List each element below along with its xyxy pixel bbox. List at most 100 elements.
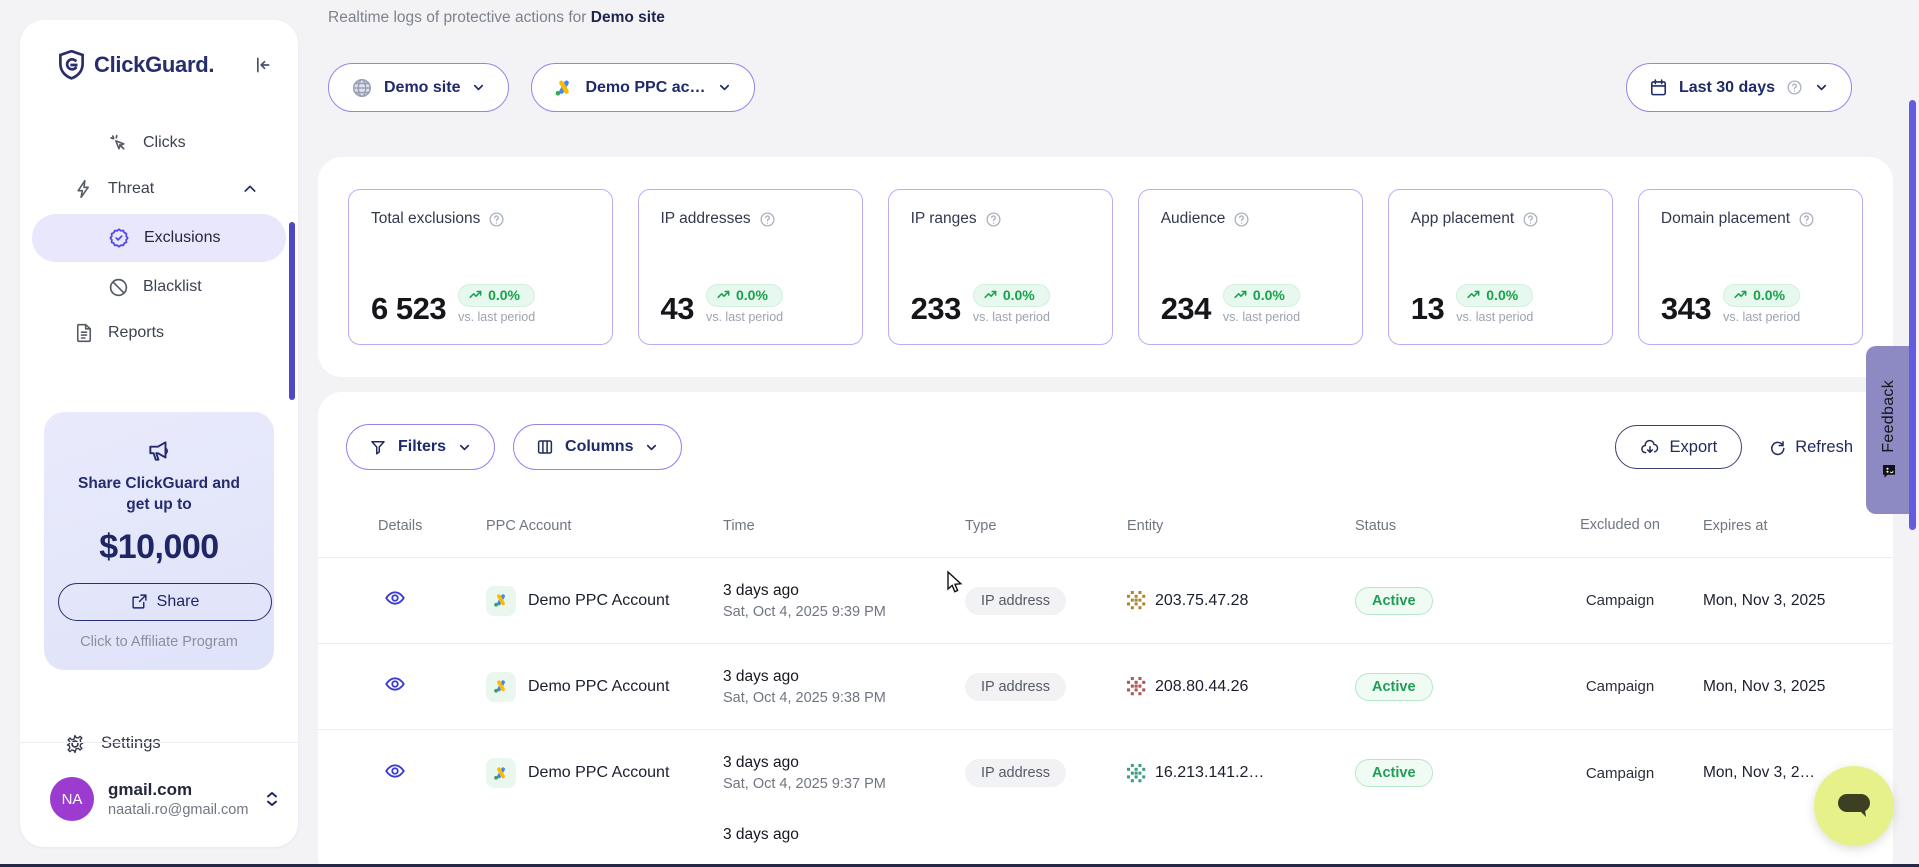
stat-card: Audience 234 0.0% vs. last period xyxy=(1138,189,1363,345)
stat-value: 6 523 xyxy=(371,293,446,324)
trend-badge: 0.0% xyxy=(1723,284,1800,307)
stat-value: 233 xyxy=(911,293,961,324)
entity-value[interactable]: 16.213.141.2… xyxy=(1155,764,1264,782)
question-circle-icon[interactable] xyxy=(488,211,505,228)
filters-label: Filters xyxy=(398,438,446,456)
time-relative: 3 days ago xyxy=(723,582,945,600)
sidebar-item-label: Reports xyxy=(108,324,164,342)
page-subtitle: Realtime logs of protective actions for … xyxy=(328,9,665,27)
trend-value: 0.0% xyxy=(1486,287,1518,303)
view-details-eye-icon[interactable] xyxy=(384,587,406,609)
table-row: Demo PPC Account 3 days ago Sat, Oct 4, … xyxy=(318,644,1893,730)
share-button[interactable]: Share xyxy=(58,583,272,621)
table-header-row: Details PPC Account Time Type Entity Sta… xyxy=(318,494,1893,558)
column-header-type[interactable]: Type xyxy=(945,518,1115,534)
affiliate-link[interactable]: Click to Affiliate Program xyxy=(58,634,260,650)
promo-amount: $10,000 xyxy=(58,528,260,567)
trend-sub: vs. last period xyxy=(1456,310,1533,324)
ppc-account-name: Demo PPC Account xyxy=(528,592,669,610)
feedback-label: Feedback xyxy=(1880,380,1898,453)
refresh-icon xyxy=(1768,438,1786,456)
filters-dropdown[interactable]: Filters xyxy=(346,424,495,470)
columns-dropdown[interactable]: Columns xyxy=(513,424,682,470)
sidebar-scrollbar-thumb[interactable] xyxy=(289,222,295,400)
feedback-mascot-icon xyxy=(1880,462,1898,480)
site-selector-dropdown[interactable]: Demo site xyxy=(328,63,509,112)
user-email: naatali.ro@gmail.com xyxy=(108,802,264,818)
stat-card: IP addresses 43 0.0% vs. last period xyxy=(638,189,863,345)
column-header-status[interactable]: Status xyxy=(1340,518,1565,534)
question-circle-icon[interactable] xyxy=(985,211,1002,228)
question-circle-icon[interactable] xyxy=(1522,211,1539,228)
sidebar-item-exclusions[interactable]: Exclusions xyxy=(32,214,286,262)
chat-bubble-icon xyxy=(1836,791,1872,821)
export-label: Export xyxy=(1670,438,1718,457)
column-header-time[interactable]: Time xyxy=(705,518,945,534)
entity-value[interactable]: 203.75.47.28 xyxy=(1155,592,1248,610)
trend-value: 0.0% xyxy=(1753,287,1785,303)
external-link-icon xyxy=(131,593,148,610)
up-down-chevrons-icon xyxy=(264,789,280,809)
user-menu[interactable]: NA gmail.com naatali.ro@gmail.com xyxy=(50,777,280,821)
sidebar-item-reports[interactable]: Reports xyxy=(20,310,298,356)
question-circle-icon xyxy=(1786,79,1803,96)
sidebar-item-blacklist[interactable]: Blacklist xyxy=(20,264,298,310)
columns-icon xyxy=(536,438,554,456)
sidebar-item-clicks[interactable]: Clicks xyxy=(20,120,298,166)
clickguard-logo-icon xyxy=(58,50,85,80)
table-row: Demo PPC Account 3 days ago Sat, Oct 4, … xyxy=(318,730,1893,816)
column-header-entity[interactable]: Entity xyxy=(1115,518,1340,534)
column-header-excluded-on[interactable]: Excluded on xyxy=(1565,515,1675,537)
stat-label: IP addresses xyxy=(661,210,751,228)
globe-icon xyxy=(351,77,373,99)
chevron-up-icon[interactable] xyxy=(242,181,258,197)
trend-sub: vs. last period xyxy=(1223,310,1300,324)
trend-value: 0.0% xyxy=(1003,287,1035,303)
google-ads-icon xyxy=(486,586,516,616)
stat-card: IP ranges 233 0.0% vs. last period xyxy=(888,189,1113,345)
trending-up-icon xyxy=(1234,289,1248,301)
export-button[interactable]: Export xyxy=(1615,425,1743,469)
entity-value[interactable]: 208.80.44.26 xyxy=(1155,678,1248,696)
chevron-down-icon xyxy=(644,440,659,455)
view-details-eye-icon[interactable] xyxy=(384,760,406,782)
date-range-value: Last 30 days xyxy=(1679,79,1775,97)
question-circle-icon[interactable] xyxy=(759,211,776,228)
date-range-dropdown[interactable]: Last 30 days xyxy=(1626,63,1852,112)
avatar: NA xyxy=(50,777,94,821)
sidebar-item-label: Settings xyxy=(101,734,161,753)
affiliate-promo-card[interactable]: Share ClickGuard and get up to $10,000 S… xyxy=(44,412,274,670)
trend-value: 0.0% xyxy=(1253,287,1285,303)
refresh-button[interactable]: Refresh xyxy=(1768,438,1853,457)
trending-up-icon xyxy=(1467,289,1481,301)
stat-label: Total exclusions xyxy=(371,210,480,228)
cloud-download-icon xyxy=(1640,438,1660,457)
ppc-account-name: Demo PPC Account xyxy=(528,764,669,782)
sidebar-collapse-icon[interactable] xyxy=(252,55,272,75)
trend-badge: 0.0% xyxy=(458,284,535,307)
sidebar-item-label: Blacklist xyxy=(143,278,202,296)
feedback-tab[interactable]: Feedback xyxy=(1866,346,1912,514)
main-content: Realtime logs of protective actions for … xyxy=(318,0,1919,867)
page-scrollbar-thumb[interactable] xyxy=(1909,100,1916,530)
column-header-expires-at[interactable]: Expires at xyxy=(1675,518,1853,534)
ppc-account-selector-dropdown[interactable]: Demo PPC ac… xyxy=(531,63,754,112)
trend-badge: 0.0% xyxy=(1223,284,1300,307)
question-circle-icon[interactable] xyxy=(1798,211,1815,228)
sidebar-item-threat[interactable]: Threat xyxy=(20,166,298,212)
chat-launcher-button[interactable] xyxy=(1814,766,1894,846)
view-details-eye-icon[interactable] xyxy=(384,673,406,695)
sidebar: ClickGuard. Clicks Threat Exclusions xyxy=(20,20,298,847)
column-header-ppc-account[interactable]: PPC Account xyxy=(470,518,705,534)
sidebar-item-settings[interactable]: Settings xyxy=(20,722,298,766)
gear-icon xyxy=(64,733,86,755)
table-row-partial: 3 days ago xyxy=(318,816,1893,856)
question-circle-icon[interactable] xyxy=(1233,211,1250,228)
entity-identicon xyxy=(1127,591,1146,610)
column-header-details[interactable]: Details xyxy=(374,518,470,534)
trend-sub: vs. last period xyxy=(458,310,535,324)
stat-card: Domain placement 343 0.0% vs. last perio… xyxy=(1638,189,1863,345)
user-name: gmail.com xyxy=(108,780,264,800)
time-relative: 3 days ago xyxy=(723,754,945,772)
stat-value: 343 xyxy=(1661,293,1711,324)
